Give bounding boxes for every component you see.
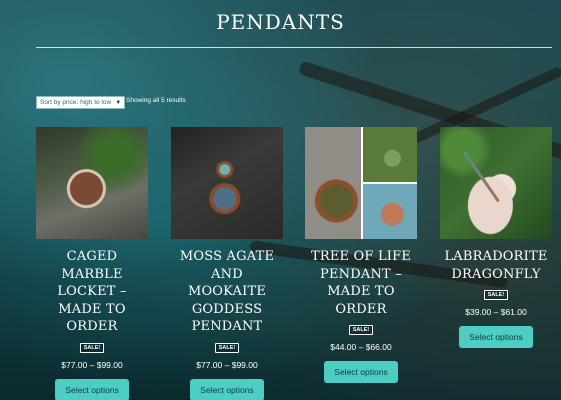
select-options-button[interactable]: Select options (55, 378, 129, 400)
sale-badge: SALE! (79, 342, 105, 353)
select-options-button[interactable]: Select options (459, 326, 533, 348)
chevron-down-icon: ▼ (115, 99, 122, 106)
select-options-button[interactable]: Select options (324, 361, 398, 383)
collage-divider (361, 182, 417, 184)
product-price: $77.00 – $99.00 (196, 359, 258, 370)
product-image[interactable] (36, 127, 148, 239)
sort-select[interactable]: Sort by price: high to low ▼ (36, 96, 126, 109)
product-card: LABRADORITE DRAGONFLY SALE! $39.00 – $61… (440, 127, 552, 348)
sale-badge: SALE! (483, 290, 509, 300)
sale-badge: SALE! (214, 342, 240, 353)
product-price: $44.00 – $66.00 (330, 342, 392, 352)
product-image[interactable] (305, 127, 417, 239)
product-card: CAGED MARBLE LOCKET – MADE TO ORDER SALE… (36, 127, 148, 400)
product-image[interactable] (440, 127, 552, 239)
sale-badge: SALE! (348, 325, 374, 335)
product-price: $77.00 – $99.00 (61, 359, 123, 370)
product-title[interactable]: TREE OF LIFE PENDANT – MADE TO ORDER (305, 248, 417, 318)
product-title[interactable]: LABRADORITE DRAGONFLY (440, 248, 552, 283)
product-card: MOSS AGATE AND MOOKAITE GODDESS PENDANT … (171, 127, 283, 400)
select-options-button[interactable]: Select options (190, 378, 264, 400)
product-title[interactable]: CAGED MARBLE LOCKET – MADE TO ORDER (36, 248, 148, 336)
page-title: PENDANTS (216, 10, 345, 34)
result-count: Showing all 5 results (126, 97, 186, 104)
dragonfly-pendant-graphic (463, 151, 500, 203)
sort-select-value: Sort by price: high to low (40, 99, 112, 106)
product-card: TREE OF LIFE PENDANT – MADE TO ORDER SAL… (305, 127, 417, 383)
product-image[interactable] (171, 127, 283, 239)
product-title[interactable]: MOSS AGATE AND MOOKAITE GODDESS PENDANT (171, 248, 283, 336)
product-price: $39.00 – $61.00 (465, 307, 527, 317)
title-divider (36, 47, 552, 48)
